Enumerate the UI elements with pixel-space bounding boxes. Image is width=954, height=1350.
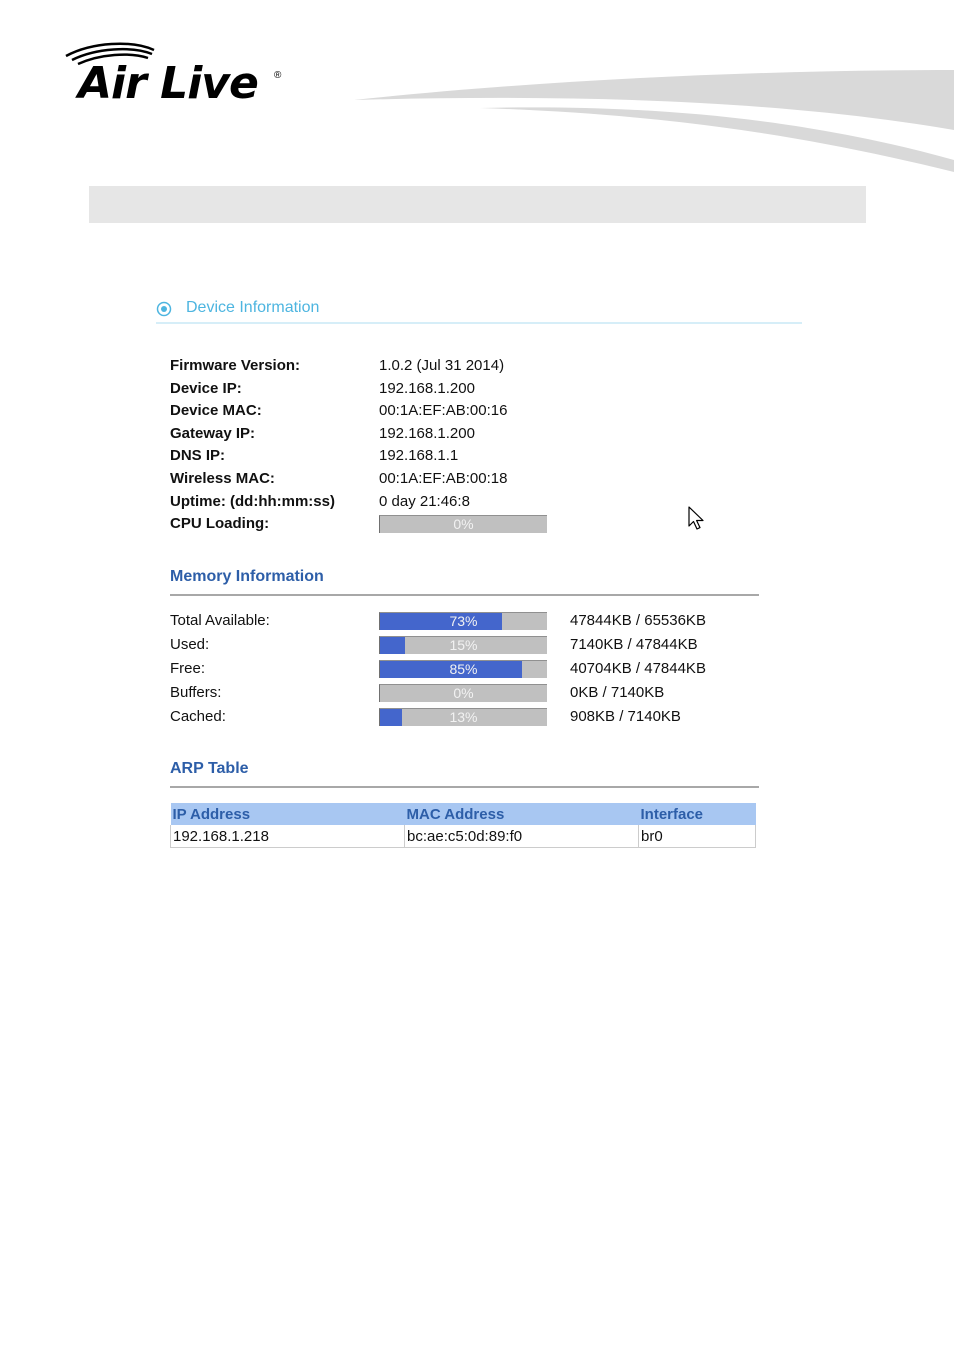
column-header-ip: IP Address: [170, 803, 405, 825]
column-header-interface: Interface: [638, 803, 756, 825]
memory-information-header: Memory Information: [170, 568, 759, 596]
info-value: 192.168.1.1: [379, 447, 459, 464]
progress-percent: 13%: [449, 709, 478, 725]
page-header-bar: [89, 186, 866, 223]
info-value: 192.168.1.200: [379, 425, 475, 442]
ring-icon: [156, 301, 172, 317]
memory-amount: 7140KB / 47844KB: [570, 636, 698, 653]
airlive-logo: Air Live ®: [62, 40, 294, 112]
memory-progress-bar: 13%: [379, 708, 547, 726]
progress-percent: 73%: [449, 613, 478, 629]
memory-row-total-available: Total Available: 73% 47844KB / 65536KB: [170, 610, 759, 632]
memory-row-cached: Cached: 13% 908KB / 7140KB: [170, 706, 759, 728]
cell-mac: bc:ae:c5:0d:89:f0: [404, 825, 639, 848]
info-value: 1.0.2 (Jul 31 2014): [379, 357, 505, 374]
header-swoosh-icon: [354, 70, 954, 172]
info-value: 192.168.1.200: [379, 380, 475, 397]
info-label: CPU Loading:: [170, 515, 270, 532]
memory-row-buffers: Buffers: 0% 0KB / 7140KB: [170, 682, 759, 704]
cell-ip: 192.168.1.218: [170, 825, 405, 848]
info-label: Gateway IP:: [170, 425, 256, 442]
memory-label: Free:: [170, 660, 206, 677]
memory-progress-bar: 0%: [379, 684, 547, 702]
arp-table-header: ARP Table: [170, 760, 759, 788]
info-row-cpu-loading: CPU Loading: 0%: [170, 513, 570, 535]
memory-amount: 47844KB / 65536KB: [570, 612, 706, 629]
cpu-loading-bar: 0%: [379, 515, 547, 533]
info-value: 00:1A:EF:AB:00:18: [379, 470, 508, 487]
arp-table-header-row: IP Address MAC Address Interface: [170, 803, 756, 825]
column-header-mac: MAC Address: [404, 803, 639, 825]
arp-table-title: ARP Table: [170, 760, 249, 777]
memory-row-used: Used: 15% 7140KB / 47844KB: [170, 634, 759, 656]
memory-label: Buffers:: [170, 684, 222, 701]
memory-amount: 908KB / 7140KB: [570, 708, 681, 725]
info-label: Wireless MAC:: [170, 470, 275, 487]
memory-amount: 40704KB / 47844KB: [570, 660, 706, 677]
progress-percent: 85%: [449, 661, 478, 677]
arp-table: IP Address MAC Address Interface 192.168…: [170, 803, 756, 848]
info-value: 00:1A:EF:AB:00:16: [379, 402, 508, 419]
memory-progress-bar: 73%: [379, 612, 547, 630]
logo-text: Air Live: [78, 58, 259, 109]
cell-interface: br0: [638, 825, 756, 848]
info-label: DNS IP:: [170, 447, 226, 464]
memory-progress-bar: 15%: [379, 636, 547, 654]
info-label: Uptime: (dd:hh:mm:ss): [170, 493, 335, 510]
memory-amount: 0KB / 7140KB: [570, 684, 665, 701]
info-value: 0 day 21:46:8: [379, 493, 470, 510]
registered-mark: ®: [274, 70, 282, 81]
device-information-header: Device Information: [156, 298, 802, 324]
info-label: Device IP:: [170, 380, 242, 397]
progress-percent: 15%: [449, 637, 478, 653]
memory-row-free: Free: 85% 40704KB / 47844KB: [170, 658, 759, 680]
info-label: Device MAC:: [170, 402, 262, 419]
mouse-pointer-icon: [688, 506, 704, 530]
memory-information-title: Memory Information: [170, 568, 324, 585]
progress-percent: 0%: [453, 516, 474, 532]
memory-progress-bar: 85%: [379, 660, 547, 678]
table-row: 192.168.1.218 bc:ae:c5:0d:89:f0 br0: [170, 825, 756, 848]
memory-label: Total Available:: [170, 612, 270, 629]
info-label: Firmware Version:: [170, 357, 301, 374]
progress-percent: 0%: [453, 685, 474, 701]
device-information-title: Device Information: [186, 299, 320, 316]
memory-label: Cached:: [170, 708, 226, 725]
memory-label: Used:: [170, 636, 210, 653]
